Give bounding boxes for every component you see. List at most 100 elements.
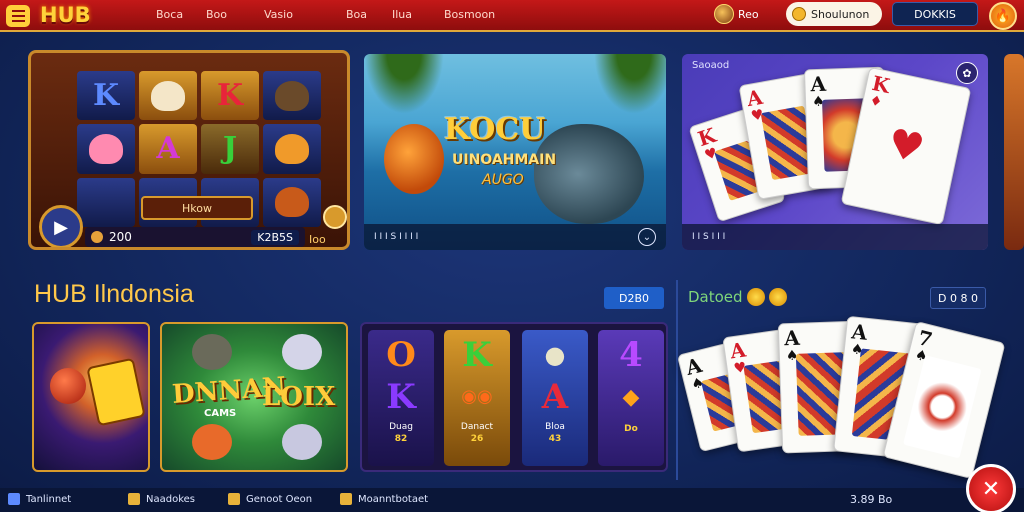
right-section-button[interactable]: D 0 8 0 [930,287,986,309]
nav-link-6[interactable]: Bosmoon [444,8,495,21]
reel-label: Danact [460,422,494,432]
dice-icon[interactable]: ✿ [956,62,978,84]
footer-item-label: Genoot Oeon [246,493,313,505]
slot-balance: 200 [109,230,132,244]
reel-symbol: A [541,377,569,417]
footer-item[interactable]: Naadokes [128,493,195,505]
fish-banner-footer: I I I S I I I I ⌄ [364,224,666,250]
coin-icon [91,231,103,243]
character-image [86,357,146,427]
nav-link-5[interactable]: Ilua [392,8,412,21]
card-spread[interactable]: A ♠ A ♥ A ♠ A ♠ 7 ♠ [676,315,1006,486]
divider [676,280,678,480]
balance-pill[interactable]: Shoulunon [786,2,882,26]
slot-tile: J [201,124,259,174]
fish-banner-subtitle: UINOAHMAIN [452,152,557,168]
creature-image [192,424,232,460]
fish-banner-tagline: AUGO [482,172,524,188]
slot-balance-bar: 200 K2B5S [85,227,305,247]
reel-number: 26 [470,434,484,444]
spin-icon[interactable] [323,205,347,229]
game-tile-1[interactable] [32,322,150,472]
login-button[interactable]: DOKKIS [892,2,978,26]
close-icon[interactable]: ✕ [966,464,1016,512]
avatar-icon [714,4,734,24]
gift-icon [228,493,240,505]
cards-banner-tag: Saoaod [692,60,730,71]
slot-tile: K [201,71,259,121]
footer-bar: Tanlinnet Naadokes Genoot Oeon Moanntbot… [0,488,1024,512]
footer-item[interactable]: Genoot Oeon [228,493,312,505]
reel-label: Bloa [545,422,565,432]
fish-footer-text: I I I S I I I I [374,232,419,242]
chevron-down-icon[interactable]: ⌄ [638,228,656,246]
section-more-button[interactable]: D2B0 [604,287,664,309]
reel-number: 82 [394,434,408,444]
slot-side-label: Ioo [309,233,326,246]
reel-symbol: ◉◉ [461,386,493,407]
reel-number: 43 [548,434,562,444]
footer-item-label: Tanlinnet [26,493,72,505]
reel-number: Do [624,424,638,434]
site-logo[interactable]: HUB [40,3,91,27]
reel-symbol: K [386,377,416,417]
nav-link-3[interactable]: Vasio [264,8,293,21]
reel-symbol: O [386,335,416,375]
footer-item-label: Naadokes [146,493,195,505]
fruit-image [50,368,86,404]
reel-symbol: ◆ [622,384,640,410]
slot-tile [77,124,135,174]
cards-banner[interactable]: Saoaod ✿ K ♥ A ♥ A ♠ K ♦ ♥ I I S I I I [682,54,988,250]
home-icon [8,493,20,505]
creature-image [282,424,322,460]
footer-item-label: Moanntbotaet [358,493,429,505]
right-section-title-text: Datoed [688,288,743,306]
creature-image [192,334,232,370]
big-fish-image [534,124,644,224]
flame-icon[interactable]: 🔥 [989,2,1017,30]
palm-leaves [594,54,666,114]
fish-banner-title: KOCU [444,112,546,147]
reel-column: 4 ◆ Do [598,330,664,466]
reel-label: Duag [389,422,413,432]
nav-link-1[interactable]: Boca [156,8,183,21]
next-banner-peek[interactable] [1004,54,1024,250]
game-tile-2[interactable]: DNNAN LOIX CAMS [160,322,348,472]
reel-symbol: K [462,335,492,375]
cards-banner-footer: I I S I I I [682,224,988,250]
slot-banner[interactable]: K K A J Hkow ▶ 200 K2B5S Ioo [28,50,350,250]
slot-tile [263,71,321,121]
reel-column: O K Duag 82 [368,330,434,466]
palm-leaves [364,54,444,114]
fish-banner[interactable]: KOCU UINOAHMAIN AUGO I I I S I I I I ⌄ [364,54,666,250]
footer-item[interactable]: Tanlinnet [8,493,71,505]
right-section-title: Datoed [688,288,787,306]
balance-text: Shoulunon [811,7,870,21]
chat-icon [128,493,140,505]
emoji-icon [746,288,765,306]
game-tile-reels[interactable]: O K Duag 82 K ◉◉ Danact 26 ● A Bloa 43 4… [360,322,668,472]
cards-footer-text: I I S I I I [692,232,726,242]
hamburger-icon[interactable] [6,5,30,27]
footer-right-text: 3.89 Bo [850,493,893,506]
play-icon[interactable]: ▶ [39,205,83,247]
slot-tile [77,177,135,227]
section-title: HUB Ilndonsia [34,280,194,308]
slot-tile [263,177,321,227]
nav-link-2[interactable]: Boo [206,8,227,21]
reel-symbol: ● [544,340,566,369]
nav-link-4[interactable]: Boa [346,8,367,21]
footer-item[interactable]: Moanntbotaet [340,493,428,505]
reel-column: K ◉◉ Danact 26 [444,330,510,466]
reel-column: ● A Bloa 43 [522,330,588,466]
emoji-icon [768,288,787,306]
top-nav-bar: HUB Boca Boo Vasio Boa Ilua Bosmoon Reo … [0,0,1024,32]
game-title-word-2: LOIX [262,382,336,412]
orange-fish-image [384,124,444,194]
slot-tile: K [77,71,135,121]
user-menu[interactable]: Reo [712,2,774,26]
game-subtitle: CAMS [204,408,237,419]
slot-tile: A [139,124,197,174]
creature-image [282,334,322,370]
slot-tile [139,71,197,121]
